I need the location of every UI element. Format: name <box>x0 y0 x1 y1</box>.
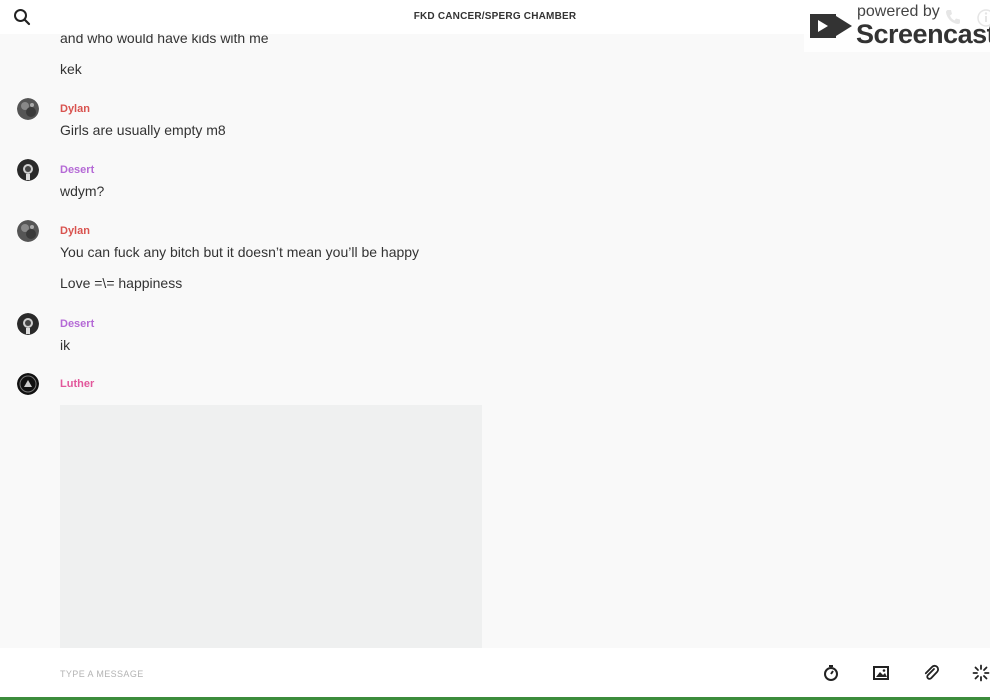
message-line: You can fuck any bitch but it doesn’t me… <box>60 244 420 260</box>
message-line: Love =\= happiness <box>60 275 183 291</box>
message-list[interactable]: and who would have kids with me kek Dyla… <box>0 0 990 648</box>
image-icon[interactable] <box>872 664 890 682</box>
author-name[interactable]: Desert <box>60 318 94 330</box>
author-name[interactable]: Luther <box>60 378 94 390</box>
author-name[interactable]: Dylan <box>60 225 90 237</box>
message-input[interactable] <box>60 662 760 686</box>
chat-app: and who would have kids with me kek Dyla… <box>0 0 990 700</box>
message-composer <box>0 648 990 700</box>
message-line: Girls are usually empty m8 <box>60 122 226 138</box>
author-name[interactable]: Dylan <box>60 103 90 115</box>
avatar[interactable] <box>17 98 39 120</box>
author-name[interactable]: Desert <box>60 164 94 176</box>
sparkle-icon[interactable] <box>972 664 990 682</box>
image-attachment-placeholder[interactable] <box>60 405 482 648</box>
screencastify-logo-icon <box>808 8 854 44</box>
attachment-icon[interactable] <box>922 664 940 682</box>
message-line: kek <box>60 61 82 77</box>
message-line: wdym? <box>60 183 105 199</box>
watermark-brand: Screencastify <box>856 19 990 49</box>
avatar[interactable] <box>17 373 39 395</box>
avatar[interactable] <box>17 159 39 181</box>
message-line: ik <box>60 337 71 353</box>
screencastify-watermark: powered by Screencastify <box>804 0 990 52</box>
avatar[interactable] <box>17 220 39 242</box>
avatar[interactable] <box>17 313 39 335</box>
timer-icon[interactable] <box>822 664 840 682</box>
